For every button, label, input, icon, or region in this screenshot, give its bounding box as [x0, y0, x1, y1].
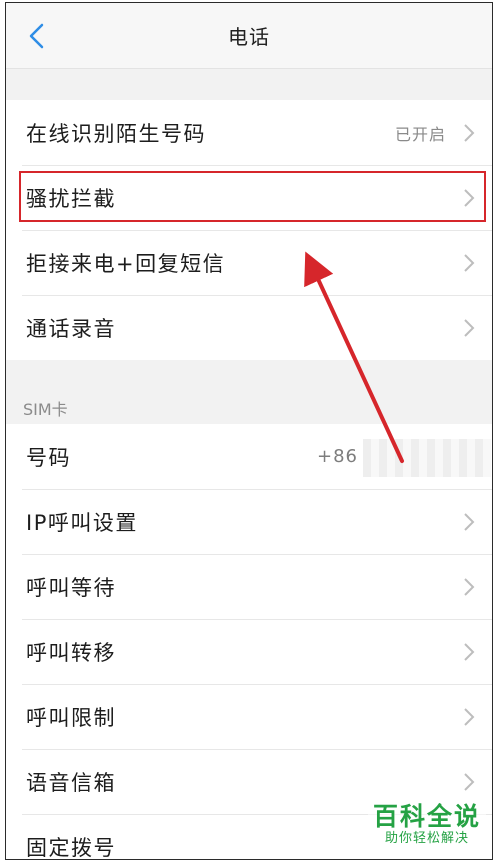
annotation-arrow-icon: [304, 251, 404, 463]
watermark-logo: 百科全说 助你轻松解决: [368, 801, 486, 849]
watermark-title: 百科全说: [372, 802, 481, 831]
phone-settings-screen: 电话 在线识别陌生号码 已开启 骚扰拦截 拒接来电+回复短信 通话录音 SIM卡…: [5, 2, 493, 860]
watermark-subtitle: 助你轻松解决: [384, 831, 469, 846]
